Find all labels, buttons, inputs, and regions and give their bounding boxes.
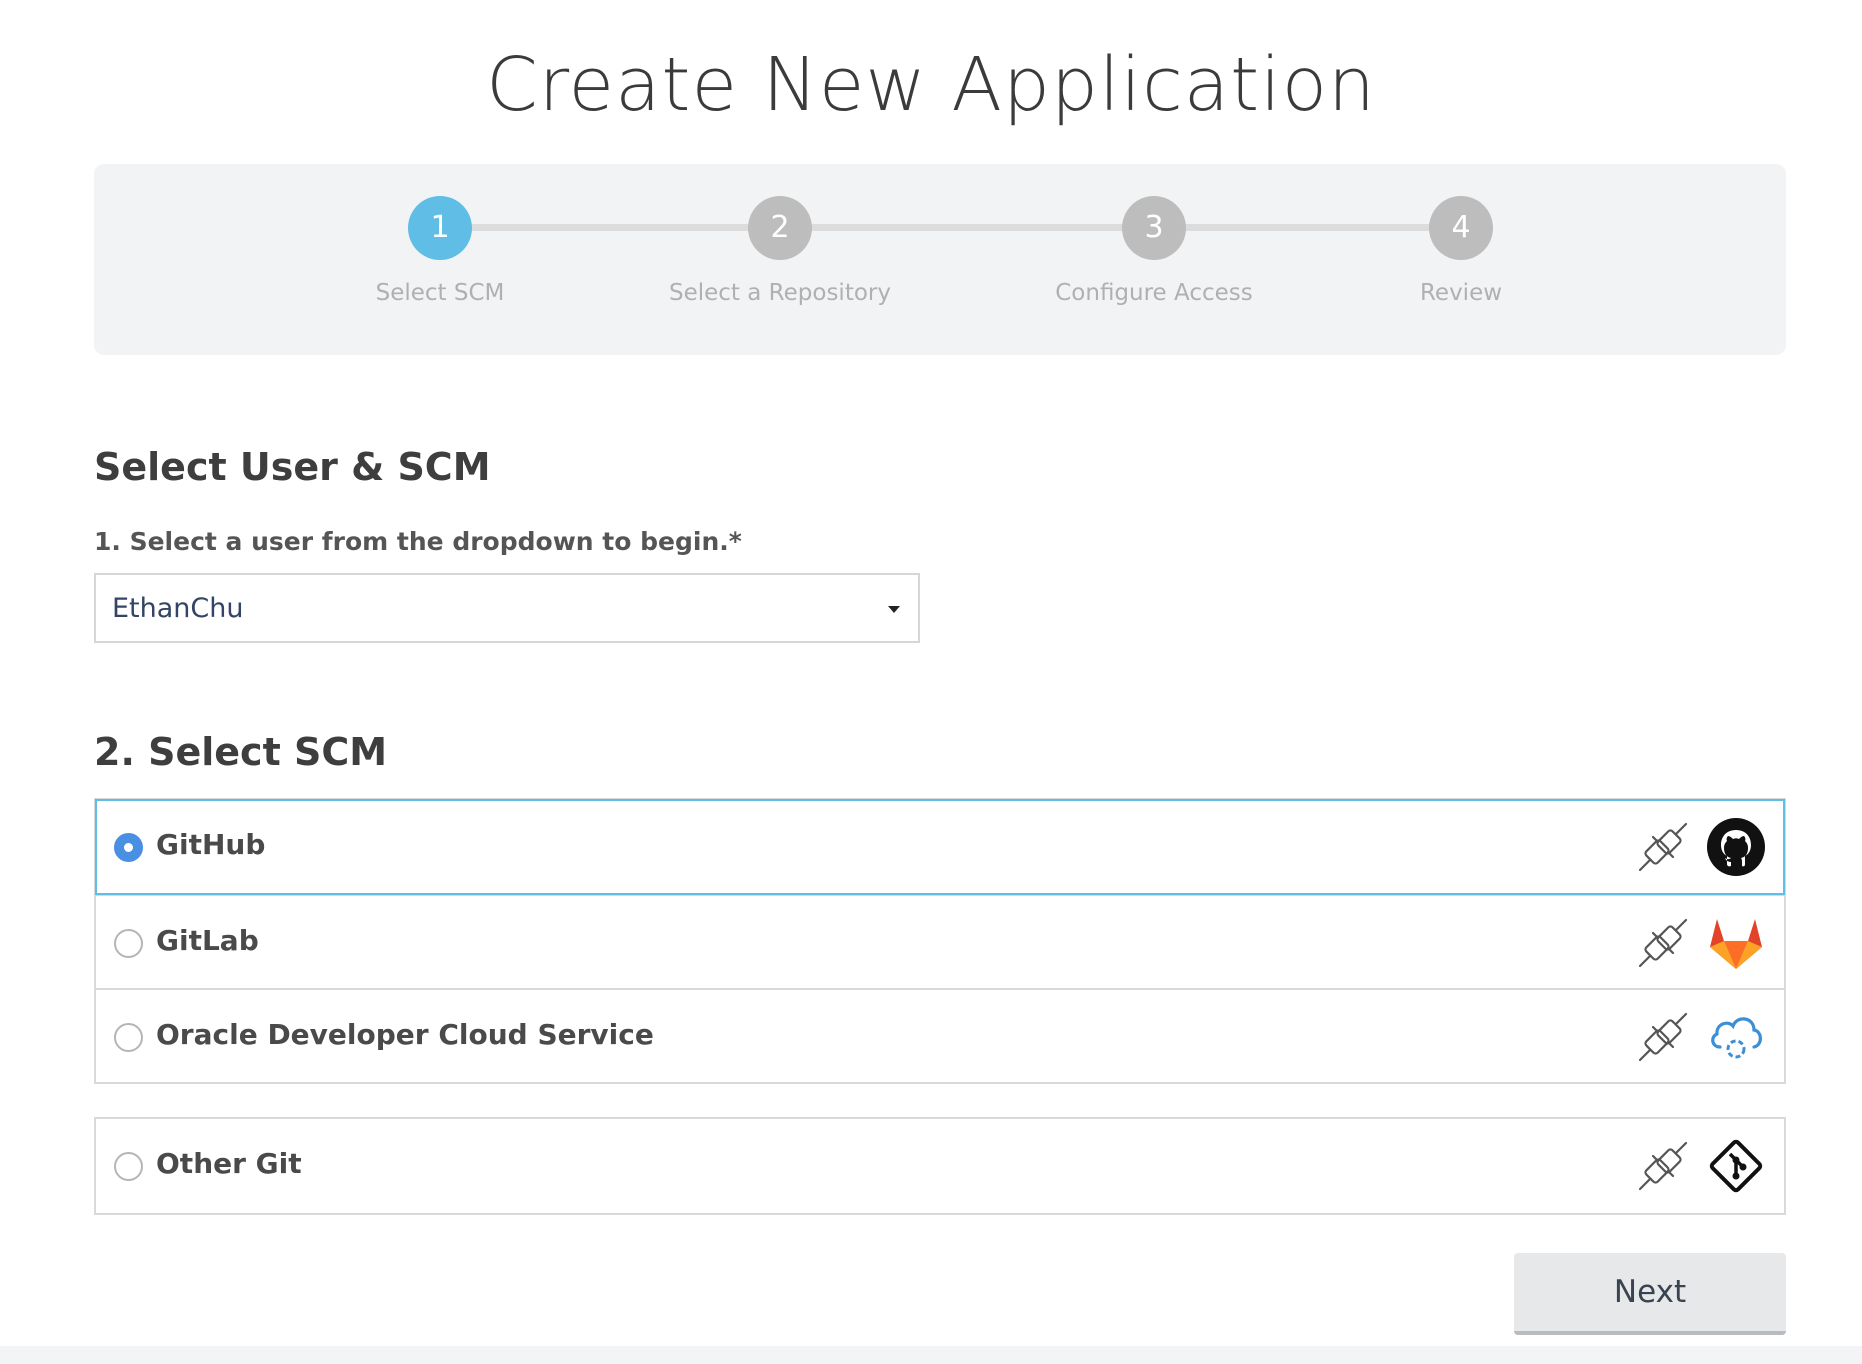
caret-down-icon — [888, 606, 900, 613]
plug-connect-icon[interactable] — [1636, 1139, 1690, 1193]
scm-option-label: GitLab — [156, 924, 259, 957]
step-number-badge: 1 — [408, 196, 472, 260]
step-label: Select a Repository — [669, 280, 891, 306]
scm-option-github[interactable]: GitHub — [95, 799, 1785, 895]
step-number-badge: 3 — [1122, 196, 1186, 260]
radio-button[interactable] — [114, 1023, 143, 1052]
radio-button[interactable] — [114, 833, 143, 862]
other-git-option-group: Other Git — [94, 1117, 1786, 1215]
page-footer-strip — [0, 1346, 1862, 1364]
step-number-badge: 4 — [1429, 196, 1493, 260]
wizard-step-4[interactable]: 4 Review — [1311, 196, 1611, 306]
wizard-step-3[interactable]: 3 Configure Access — [1004, 196, 1304, 306]
next-button[interactable]: Next — [1514, 1253, 1786, 1335]
scm-option-label: GitHub — [156, 828, 266, 861]
create-application-page: Create New Application 1 Select SCM 2 Se… — [0, 0, 1862, 1364]
step-label: Review — [1419, 280, 1503, 306]
wizard-step-1[interactable]: 1 Select SCM — [290, 196, 590, 306]
user-select-label: 1. Select a user from the dropdown to be… — [94, 527, 742, 556]
scm-option-gitlab[interactable]: GitLab — [96, 894, 1784, 988]
scm-option-label: Other Git — [156, 1147, 302, 1180]
user-select-dropdown[interactable]: EthanChu — [94, 573, 920, 643]
page-title: Create New Application — [486, 42, 1376, 128]
radio-button[interactable] — [114, 1152, 143, 1181]
oracle-cloud-icon — [1711, 1017, 1762, 1059]
wizard-stepper: 1 Select SCM 2 Select a Repository 3 Con… — [94, 164, 1786, 355]
gitlab-icon — [1710, 919, 1762, 969]
step-label: Configure Access — [1055, 280, 1253, 306]
git-icon — [1709, 1139, 1763, 1193]
plug-connect-icon[interactable] — [1636, 1010, 1690, 1064]
scm-section-title: 2. Select SCM — [94, 730, 388, 774]
selected-user-value: EthanChu — [112, 593, 244, 624]
github-icon — [1707, 818, 1765, 876]
radio-button[interactable] — [114, 929, 143, 958]
scm-option-other-git[interactable]: Other Git — [96, 1119, 1784, 1213]
wizard-step-2[interactable]: 2 Select a Repository — [630, 196, 930, 306]
plug-connect-icon[interactable] — [1636, 820, 1690, 874]
user-section-title: Select User & SCM — [94, 445, 491, 489]
scm-option-oracle-dcs[interactable]: Oracle Developer Cloud Service — [96, 988, 1784, 1082]
step-number-badge: 2 — [748, 196, 812, 260]
plug-connect-icon[interactable] — [1636, 916, 1690, 970]
scm-option-label: Oracle Developer Cloud Service — [156, 1018, 654, 1051]
scm-options-list: GitHub GitLab Oracle Developer Cloud Ser… — [94, 798, 1786, 1084]
step-label: Select SCM — [375, 280, 505, 306]
